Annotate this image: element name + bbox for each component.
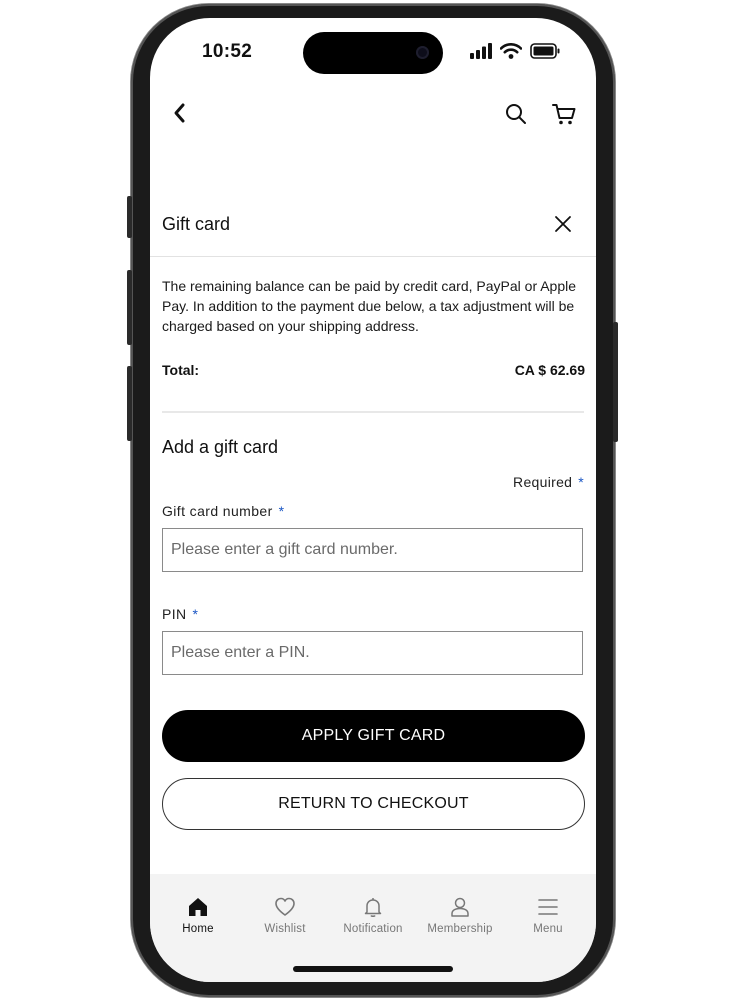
hamburger-icon [538, 899, 558, 915]
pin-label: PIN * [162, 606, 198, 622]
back-button[interactable] [172, 102, 188, 129]
payment-description: The remaining balance can be paid by cre… [162, 278, 577, 334]
tab-label-menu: Menu [533, 923, 563, 935]
bell-icon [364, 898, 382, 917]
required-note: Required * [513, 474, 584, 490]
required-star: * [278, 503, 285, 519]
gift-card-number-label: Gift card number * [162, 503, 285, 519]
status-icons [470, 43, 560, 59]
tab-home[interactable]: Home [154, 896, 242, 935]
cart-button[interactable] [551, 102, 577, 131]
close-icon [555, 216, 571, 232]
search-icon [506, 104, 526, 124]
wifi-icon [500, 43, 522, 59]
modal-title: Gift card [162, 214, 231, 234]
heart-icon [275, 897, 295, 916]
close-button[interactable] [554, 215, 572, 238]
tab-label-notification: Notification [343, 923, 403, 935]
battery-icon [530, 43, 560, 59]
camera-icon [416, 46, 429, 59]
tab-wishlist[interactable]: Wishlist [241, 896, 329, 935]
cart-icon [552, 104, 576, 125]
volume-up-button [127, 270, 132, 345]
required-text: Required [513, 474, 573, 490]
pin-label-text: PIN [162, 606, 187, 622]
gift-card-number-label-text: Gift card number [162, 503, 273, 519]
required-star: * [192, 606, 199, 622]
header-divider [150, 256, 596, 257]
add-gift-card-title: Add a gift card [162, 437, 279, 457]
tab-label-home: Home [182, 923, 214, 935]
tab-menu[interactable]: Menu [504, 896, 592, 935]
total-label: Total: [162, 362, 200, 378]
dynamic-island [303, 32, 443, 74]
chevron-left-icon [174, 103, 185, 123]
tab-notification[interactable]: Notification [329, 896, 417, 935]
total-value: CA $ 62.69 [514, 362, 585, 378]
tab-label-wishlist: Wishlist [264, 923, 306, 935]
tab-membership[interactable]: Membership [416, 896, 504, 935]
section-divider [162, 411, 584, 413]
return-to-checkout-button[interactable]: RETURN TO CHECKOUT [162, 778, 585, 830]
signal-icon [470, 43, 492, 59]
mute-switch [127, 196, 132, 238]
search-button[interactable] [504, 102, 528, 131]
power-button [613, 322, 618, 442]
apply-gift-card-button[interactable]: APPLY GIFT CARD [162, 710, 585, 762]
volume-down-button [127, 366, 132, 441]
person-icon [451, 897, 469, 917]
tab-label-membership: Membership [427, 923, 493, 935]
pin-input[interactable] [162, 631, 583, 675]
required-star: * [578, 474, 584, 490]
home-indicator[interactable] [293, 966, 453, 972]
status-time: 10:52 [202, 41, 253, 62]
home-icon [189, 898, 207, 916]
screen: 10:52 Gift card The remaining balance ca… [150, 18, 596, 982]
gift-card-number-input[interactable] [162, 528, 583, 572]
